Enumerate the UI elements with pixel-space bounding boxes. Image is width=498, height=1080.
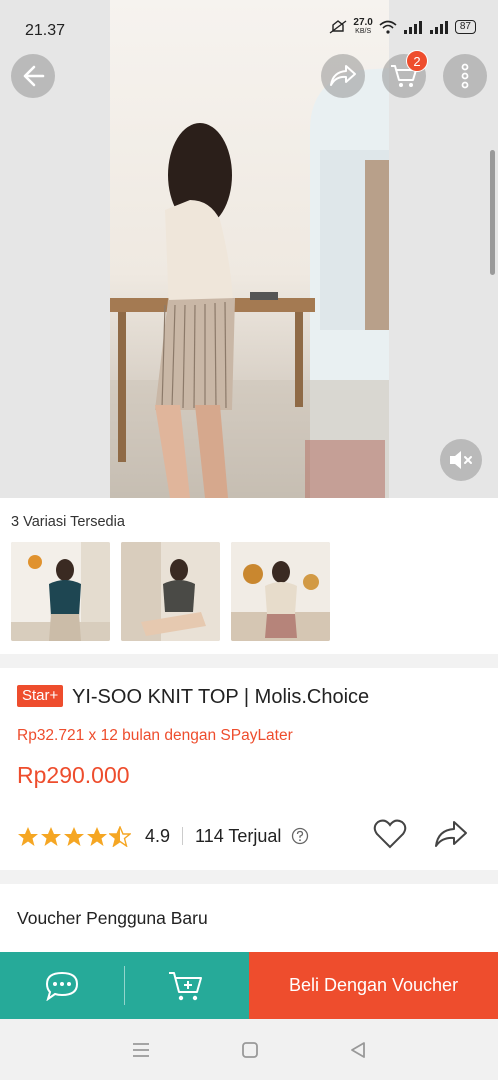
rating-stars bbox=[17, 825, 131, 847]
add-to-cart-button[interactable] bbox=[124, 952, 248, 1019]
variation-thumbnails bbox=[11, 542, 330, 641]
share-product-icon[interactable] bbox=[433, 818, 469, 850]
chat-button[interactable] bbox=[0, 952, 124, 1019]
help-icon[interactable] bbox=[291, 827, 309, 845]
bottom-divider bbox=[124, 966, 125, 1005]
variation-thumbnail-2[interactable] bbox=[121, 542, 220, 641]
product-title: YI-SOO KNIT TOP | Molis.Choice bbox=[72, 686, 370, 708]
star-icon bbox=[41, 826, 61, 846]
status-bar: 21.37 27.0 KB/S 87 bbox=[0, 0, 498, 44]
rating-row[interactable]: 4.9 114 Terjual bbox=[17, 821, 309, 851]
buy-with-voucher-button[interactable]: Beli Dengan Voucher bbox=[249, 952, 498, 1019]
back-button[interactable] bbox=[11, 54, 55, 98]
chat-icon bbox=[45, 971, 79, 1001]
bottom-action-bar: Beli Dengan Voucher bbox=[0, 952, 498, 1019]
add-to-cart-icon bbox=[169, 971, 202, 1000]
mute-icon bbox=[450, 451, 472, 469]
variations-section: 3 Variasi Tersedia bbox=[0, 498, 498, 654]
star-icon bbox=[18, 826, 38, 846]
heart-icon[interactable] bbox=[373, 818, 407, 850]
product-info: Star+ YI-SOO KNIT TOP | Molis.Choice Rp3… bbox=[0, 668, 498, 870]
back-nav-icon[interactable] bbox=[349, 1041, 367, 1059]
back-arrow-icon bbox=[23, 65, 45, 87]
system-nav-bar bbox=[0, 1019, 498, 1080]
signal-icon-1 bbox=[403, 21, 422, 34]
rating-value: 4.9 bbox=[145, 825, 171, 846]
product-price: Rp290.000 bbox=[17, 762, 130, 788]
installment-text[interactable]: Rp32.721 x 12 bulan dengan SPayLater bbox=[17, 727, 293, 745]
wifi-icon bbox=[379, 20, 397, 34]
star-icon bbox=[64, 826, 84, 846]
cart-count-badge: 2 bbox=[406, 50, 428, 72]
home-icon[interactable] bbox=[241, 1041, 259, 1059]
net-speed: 27.0 KB/S bbox=[353, 18, 372, 36]
star-icon bbox=[87, 826, 107, 846]
variation-thumbnail-1[interactable] bbox=[11, 542, 110, 641]
sold-count: 114 Terjual bbox=[195, 825, 282, 846]
bottom-actions-left bbox=[0, 952, 249, 1019]
product-media[interactable]: 21.37 27.0 KB/S 87 2 bbox=[0, 0, 498, 498]
status-time: 21.37 bbox=[25, 22, 66, 39]
variant-3-image bbox=[231, 542, 330, 641]
share-button[interactable] bbox=[321, 54, 365, 98]
variation-thumbnail-3[interactable] bbox=[231, 542, 330, 641]
variant-1-image bbox=[11, 542, 110, 641]
star-plus-badge: Star+ bbox=[17, 685, 64, 707]
status-icons: 27.0 KB/S 87 bbox=[329, 18, 476, 36]
voucher-row[interactable]: Voucher Pengguna Baru bbox=[0, 884, 498, 952]
mute-alarm-icon bbox=[329, 20, 347, 34]
rating-divider bbox=[182, 827, 184, 845]
signal-icon-2 bbox=[429, 21, 448, 34]
media-scrollbar[interactable] bbox=[490, 150, 495, 275]
more-icon bbox=[461, 63, 469, 89]
variations-title: 3 Variasi Tersedia bbox=[11, 514, 125, 530]
star-half-icon bbox=[109, 825, 131, 847]
cart-button[interactable]: 2 bbox=[382, 50, 428, 98]
battery-indicator: 87 bbox=[454, 20, 476, 34]
net-speed-value: 27.0 bbox=[353, 17, 373, 28]
net-speed-unit: KB/S bbox=[355, 28, 372, 35]
menu-icon[interactable] bbox=[131, 1042, 151, 1058]
variant-2-image bbox=[121, 542, 220, 641]
share-icon bbox=[330, 65, 356, 86]
voucher-label: Voucher Pengguna Baru bbox=[17, 908, 208, 928]
mute-button[interactable] bbox=[440, 439, 482, 481]
more-options-button[interactable] bbox=[443, 54, 487, 98]
product-page: 21.37 27.0 KB/S 87 2 3 Variasi Tersedia … bbox=[0, 0, 498, 1080]
